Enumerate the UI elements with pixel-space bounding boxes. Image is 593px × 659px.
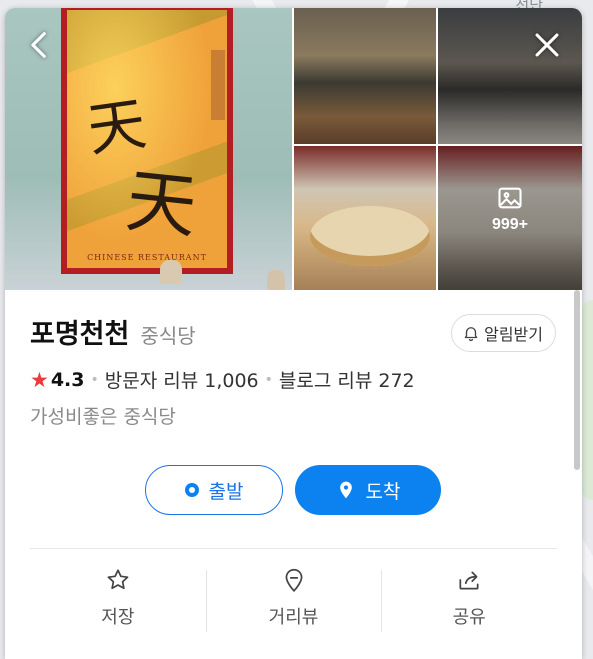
alert-label: 알림받기 (484, 325, 543, 344)
photo-thumb-buffet[interactable] (294, 8, 436, 144)
share-icon (459, 571, 479, 590)
title-row: 포명천천 중식당 (30, 312, 196, 351)
divider (30, 548, 557, 549)
restaurant-poster: 天 天 CHINESE RESTAURANT (67, 10, 227, 268)
photo-thumb-dining-table[interactable] (294, 146, 436, 290)
poster-glyph-bottom: 天 (122, 159, 201, 249)
vase-decoration (267, 270, 285, 290)
more-photos-count: 999+ (491, 216, 529, 233)
route-start-button[interactable]: 출발 (145, 465, 283, 515)
more-photos-badge: 999+ (438, 184, 582, 234)
route-arrive-button[interactable]: 도착 (295, 465, 441, 515)
save-label: 저장 (101, 607, 135, 628)
photo-gallery: 天 天 CHINESE RESTAURANT 999+ (5, 8, 582, 290)
location-pin-icon (339, 481, 352, 499)
visitor-reviews-link[interactable]: 방문자 리뷰 1,006 (105, 366, 259, 393)
star-outline-icon (107, 569, 129, 590)
round-table (310, 206, 430, 266)
separator-dot: • (90, 371, 99, 388)
route-arrive-label: 도착 (365, 480, 401, 503)
scrollbar[interactable] (574, 290, 580, 470)
action-bar: 저장 거리뷰 공유 (30, 558, 557, 638)
image-icon (498, 187, 522, 209)
save-button[interactable]: 저장 (30, 558, 206, 638)
separator-dot: • (264, 371, 273, 388)
place-card: 天 天 CHINESE RESTAURANT 999+ 포명천천 중식당 알림받… (5, 8, 582, 659)
back-button[interactable] (23, 28, 57, 62)
close-button[interactable] (530, 28, 564, 62)
start-point-icon (184, 483, 199, 497)
poster-side-band (211, 50, 225, 120)
street-view-label: 거리뷰 (268, 607, 319, 628)
map-park-area (581, 300, 593, 500)
place-category: 중식당 (140, 324, 196, 348)
vase-decoration (160, 260, 182, 284)
share-label: 공유 (452, 607, 486, 628)
share-button[interactable]: 공유 (381, 558, 557, 638)
star-icon: ★ (30, 367, 49, 392)
photo-thumb-more[interactable]: 999+ (438, 146, 582, 290)
alert-button[interactable]: 알림받기 (451, 314, 556, 352)
chevron-left-icon (31, 32, 46, 58)
route-start-label: 출발 (208, 480, 244, 503)
rating-value: 4.3 (50, 368, 85, 391)
blog-reviews-link[interactable]: 블로그 리뷰 272 (279, 366, 415, 393)
street-view-button[interactable]: 거리뷰 (205, 558, 382, 638)
close-icon (535, 33, 559, 57)
poster-caption: CHINESE RESTAURANT (87, 253, 207, 262)
place-name: 포명천천 (30, 319, 130, 350)
bell-icon (464, 327, 478, 342)
location-pin-outline-icon (285, 568, 302, 593)
place-description: 가성비좋은 중식당 (30, 406, 176, 428)
rating-row: ★ 4.3 • 방문자 리뷰 1,006 • 블로그 리뷰 272 (30, 366, 415, 393)
